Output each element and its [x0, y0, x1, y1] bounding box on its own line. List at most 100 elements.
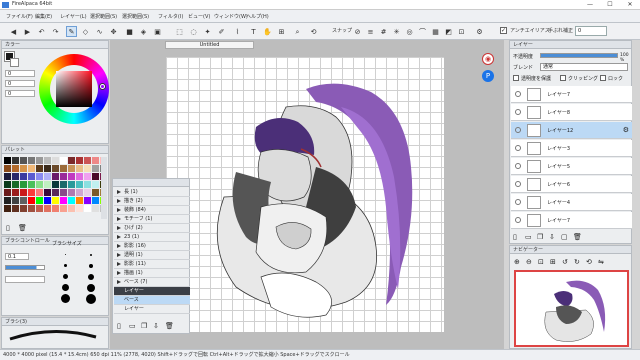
palette-swatch[interactable]: [84, 189, 91, 196]
palette-swatch[interactable]: [84, 197, 91, 204]
blend-mode-select[interactable]: 通常: [540, 63, 628, 71]
brush-dot-icon[interactable]: [89, 263, 93, 268]
delete-layer-icon[interactable]: 🗑: [165, 322, 174, 330]
palette-swatch[interactable]: [84, 165, 91, 172]
layer-row[interactable]: レイヤー8: [511, 104, 632, 121]
brush-preset-select[interactable]: [5, 276, 45, 283]
brush-dot-icon[interactable]: [86, 293, 96, 304]
palette-swatch[interactable]: [52, 181, 59, 188]
brush-dot-icon[interactable]: [90, 253, 92, 256]
minimize-button[interactable]: —: [580, 0, 600, 10]
gear-icon[interactable]: ⚙: [623, 126, 629, 134]
merge-layer-icon[interactable]: ⇩: [153, 322, 159, 330]
document-tab[interactable]: Untitled: [165, 41, 254, 49]
eye-icon[interactable]: [515, 109, 521, 115]
expand-arrow-icon[interactable]: [117, 208, 121, 212]
palette-swatch[interactable]: [84, 173, 91, 180]
eye-icon[interactable]: [515, 163, 521, 169]
text-tool-icon[interactable]: T: [248, 26, 259, 37]
forward-icon[interactable]: ↷: [50, 26, 61, 37]
palette-swatch[interactable]: [36, 205, 43, 212]
palette-swatch[interactable]: [92, 157, 99, 164]
menu-select-2[interactable]: 選択範囲(S): [122, 13, 149, 20]
menu-select[interactable]: 選択範囲(S): [90, 13, 117, 20]
palette-swatch[interactable]: [36, 165, 43, 172]
palette-swatch[interactable]: [12, 173, 19, 180]
brush-dot-icon[interactable]: [87, 283, 95, 292]
palette-swatch[interactable]: [68, 165, 75, 172]
bucket-tool-icon[interactable]: ◈: [138, 26, 149, 37]
eyedropper-icon[interactable]: ⌇: [232, 26, 243, 37]
palette-swatch[interactable]: [92, 197, 99, 204]
menu-edit[interactable]: 編集(E): [35, 13, 52, 20]
eye-icon[interactable]: [515, 127, 521, 133]
maximize-button[interactable]: ☐: [600, 0, 620, 10]
palette-swatch[interactable]: [44, 165, 51, 172]
palette-swatch[interactable]: [92, 173, 99, 180]
move-tool-icon[interactable]: ✥: [108, 26, 119, 37]
palette-swatch[interactable]: [60, 157, 67, 164]
palette-swatch[interactable]: [68, 173, 75, 180]
palette-swatch[interactable]: [12, 157, 19, 164]
eye-icon[interactable]: [515, 217, 521, 223]
palette-swatch[interactable]: [76, 189, 83, 196]
layer-row[interactable]: レイヤー7: [511, 86, 632, 103]
layer-row[interactable]: レイヤー4: [511, 194, 632, 211]
palette-swatch[interactable]: [92, 205, 99, 212]
palette-swatch[interactable]: [28, 181, 35, 188]
palette-swatch[interactable]: [28, 165, 35, 172]
brush-dot-icon[interactable]: [60, 294, 70, 303]
snap-radial-icon[interactable]: ✳: [391, 26, 402, 37]
layer-group-row[interactable]: 23 (1): [114, 233, 190, 242]
saturation-value-square[interactable]: [56, 71, 92, 107]
layer-group-row[interactable]: ベース (7): [114, 278, 190, 287]
menu-window[interactable]: ウィンドウ(W): [214, 13, 248, 20]
alpaca-logo-icon[interactable]: ◉: [482, 53, 494, 65]
brush-size-slider[interactable]: [5, 265, 45, 270]
duplicate-layer-icon[interactable]: ❐: [141, 322, 147, 330]
snap-cross-icon[interactable]: #: [378, 26, 389, 37]
palette-swatch[interactable]: [36, 189, 43, 196]
palette-swatch[interactable]: [68, 205, 75, 212]
antialias-checkbox[interactable]: ✓: [500, 27, 507, 34]
palette-swatch[interactable]: [60, 189, 67, 196]
palette-swatch[interactable]: [20, 173, 27, 180]
palette-swatch[interactable]: [92, 165, 99, 172]
palette-swatch[interactable]: [92, 189, 99, 196]
merge-layer-icon[interactable]: ⇩: [549, 233, 555, 241]
palette-swatch[interactable]: [76, 173, 83, 180]
palette-swatch[interactable]: [68, 157, 75, 164]
opacity-slider[interactable]: [540, 53, 618, 58]
brush-size-field[interactable]: 0.1: [5, 253, 29, 260]
flip-icon[interactable]: ⇋: [598, 258, 604, 266]
palette-swatch[interactable]: [68, 181, 75, 188]
palette-swatch[interactable]: [36, 197, 43, 204]
rotate-tool-icon[interactable]: ⟲: [308, 26, 319, 37]
lock-checkbox[interactable]: [600, 75, 606, 81]
clipping-checkbox[interactable]: [560, 75, 566, 81]
palette-swatch[interactable]: [92, 181, 99, 188]
palette-swatch[interactable]: [52, 157, 59, 164]
close-button[interactable]: ✕: [620, 0, 640, 10]
palette-swatch[interactable]: [20, 189, 27, 196]
palette-swatch[interactable]: [44, 173, 51, 180]
palette-swatch[interactable]: [52, 165, 59, 172]
palette-swatch[interactable]: [52, 173, 59, 180]
palette-swatch[interactable]: [4, 157, 11, 164]
layer-row-selected[interactable]: ベース: [114, 296, 190, 305]
palette-swatch[interactable]: [12, 189, 19, 196]
eraser-tool-icon[interactable]: ◇: [80, 26, 91, 37]
brush-dot-icon[interactable]: [64, 254, 66, 255]
palette-swatch[interactable]: [12, 165, 19, 172]
eye-icon[interactable]: [515, 181, 521, 187]
palette-swatch[interactable]: [60, 197, 67, 204]
palette-swatch[interactable]: [60, 181, 67, 188]
clear-layer-icon[interactable]: ▢: [561, 233, 568, 241]
layer-row[interactable]: レイヤー6: [511, 176, 632, 193]
layer-row[interactable]: レイヤー5: [511, 158, 632, 175]
layer-group-row[interactable]: 長 (1): [114, 188, 190, 197]
palette-add-icon[interactable]: ▯: [6, 224, 10, 232]
palette-swatch[interactable]: [20, 157, 27, 164]
layer-group-row[interactable]: 装飾 (84): [114, 206, 190, 215]
rotate-reset-icon[interactable]: ⟲: [586, 258, 592, 266]
